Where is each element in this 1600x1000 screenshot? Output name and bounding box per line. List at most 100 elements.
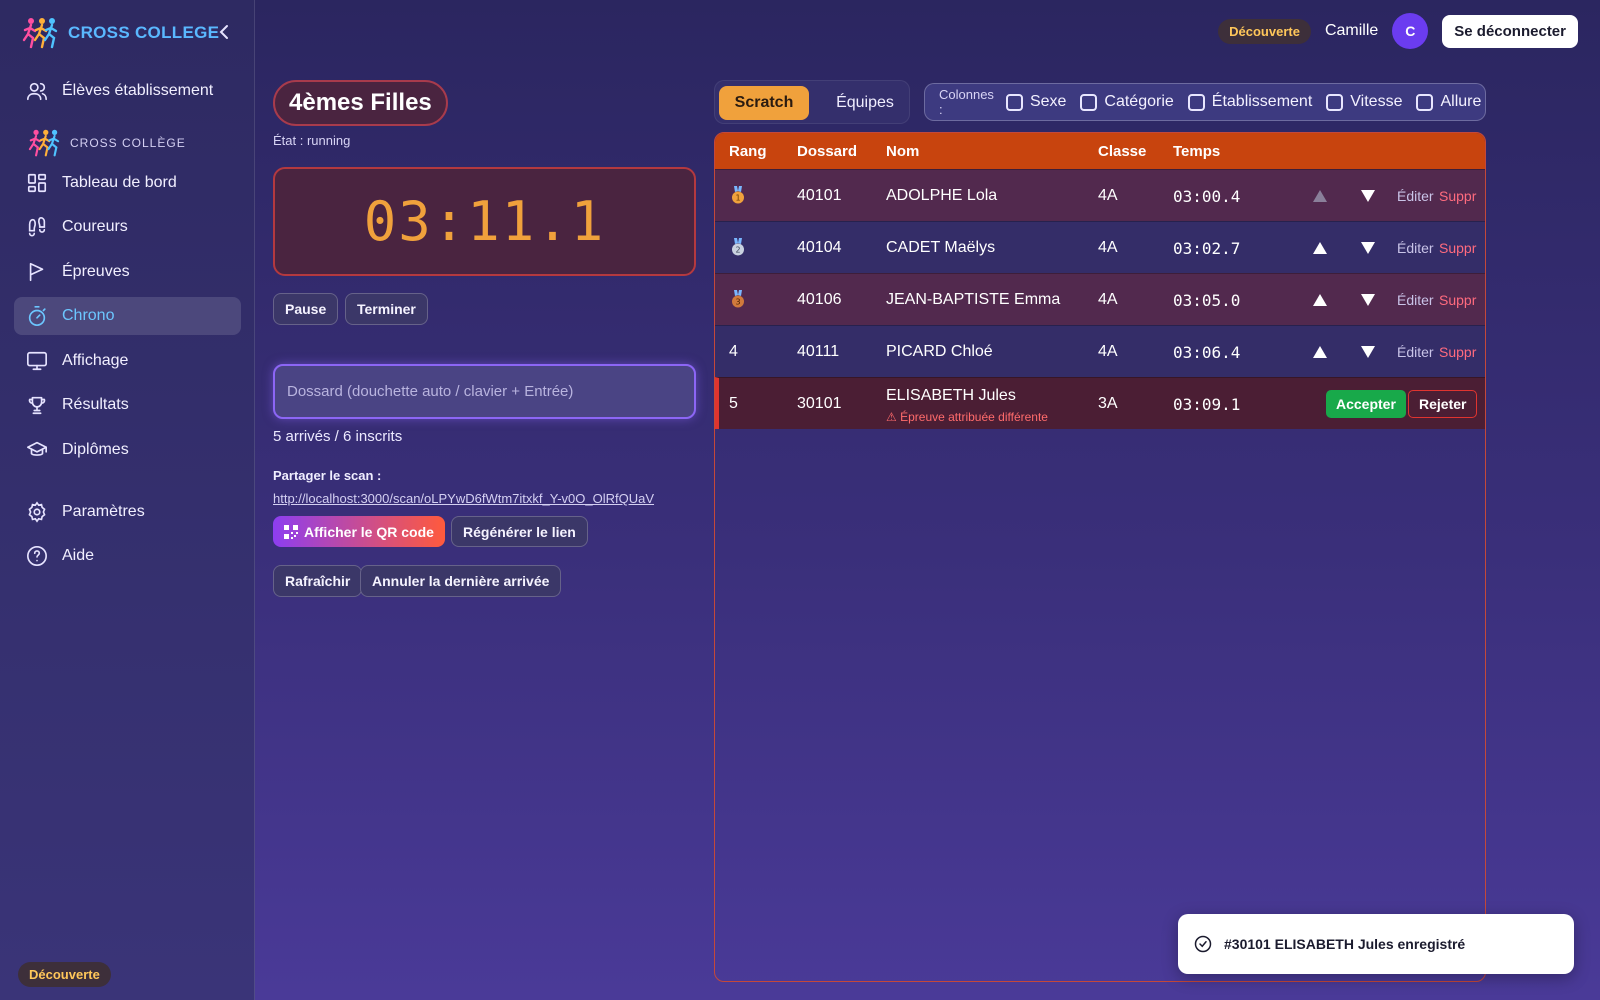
delete-link[interactable]: Suppr [1439,292,1476,308]
class-cell: 4A [1098,343,1118,360]
time-cell: 03:06.4 [1173,343,1241,362]
avatar[interactable]: C [1392,13,1429,49]
move-down-icon[interactable] [1360,189,1376,203]
name-cell: ELISABETH Jules [886,387,1016,404]
undo-last-arrival-button[interactable]: Annuler la dernière arrivée [360,565,562,597]
flag-icon [29,262,44,282]
svg-text:3: 3 [735,298,740,307]
tab-equipes[interactable]: Équipes [825,86,905,120]
rank-cell: 5 [729,395,738,412]
move-up-icon[interactable] [1312,293,1328,307]
header-rank[interactable]: Rang [729,143,767,160]
table-row[interactable]: 3 40106 JEAN-BAPTISTE Emma 4A 03:05.0 Éd… [715,273,1485,325]
qr-code-icon [284,524,298,539]
move-down-icon[interactable] [1360,241,1376,255]
header-class[interactable]: Classe [1098,143,1146,160]
sidebar-item-parametres[interactable]: Paramètres [14,493,241,531]
header-time[interactable]: Temps [1173,143,1220,160]
move-up-icon[interactable] [1312,189,1328,203]
section-label: CROSS COLLÈGE [70,136,186,150]
column-option-allure[interactable]: Allure [1416,93,1481,111]
pending-row[interactable]: 5 30101 ELISABETH Jules ⚠ Épreuve attrib… [715,377,1485,429]
accept-button[interactable]: Accepter [1326,390,1406,418]
bib-cell: 30101 [797,395,842,412]
results-table: Rang Dossard Nom Classe Temps 1 40101 AD… [714,132,1486,982]
bronze-medal-icon: 3 [732,290,744,308]
edit-link[interactable]: Éditer [1397,344,1434,360]
checkbox[interactable] [1416,93,1434,111]
column-option-etablissement[interactable]: Établissement [1187,93,1313,111]
delete-link[interactable]: Suppr [1439,344,1476,360]
sidebar-item-diplomes[interactable]: Diplômes [14,431,241,469]
column-option-label: Catégorie [1104,93,1174,110]
move-down-icon[interactable] [1360,293,1376,307]
sidebar-item-aide[interactable]: Aide [14,537,241,575]
finish-button[interactable]: Terminer [345,293,428,325]
move-down-icon[interactable] [1360,345,1376,359]
runners-logo-icon [22,18,58,49]
header-name[interactable]: Nom [886,143,919,160]
regenerate-link-button[interactable]: Régénérer le lien [451,516,588,547]
name-cell: JEAN-BAPTISTE Emma [886,291,1061,308]
delete-link[interactable]: Suppr [1439,240,1476,256]
checkbox[interactable] [1080,93,1098,111]
sidebar-item-resultats[interactable]: Résultats [14,386,241,424]
column-toggles: Colonnes : Sexe Catégorie Établissement … [924,83,1486,121]
show-qr-button[interactable]: Afficher le QR code [273,516,445,547]
column-option-vitesse[interactable]: Vitesse [1326,93,1402,111]
sidebar-item-affichage[interactable]: Affichage [14,342,241,380]
delete-link[interactable]: Suppr [1439,188,1476,204]
sidebar-item-label: Épreuves [62,263,130,280]
tab-scratch[interactable]: Scratch [719,86,809,120]
toast-message: #30101 ELISABETH Jules enregistré [1224,936,1466,952]
move-up-icon[interactable] [1312,241,1328,255]
time-cell: 03:09.1 [1173,395,1241,414]
dashboard-icon [27,173,47,193]
check-circle-icon [1194,935,1212,953]
view-tabs: Scratch Équipes [714,80,910,124]
bib-cell: 40104 [797,239,842,256]
class-cell: 4A [1098,239,1118,256]
sidebar-item-label: Affichage [62,352,129,369]
sidebar-item-tableau[interactable]: Tableau de bord [14,164,241,202]
pause-button[interactable]: Pause [273,293,339,325]
edit-link[interactable]: Éditer [1397,188,1434,204]
warning-text: ⚠ Épreuve attribuée différente [886,410,1048,424]
chevron-left-icon[interactable] [214,22,234,42]
topbar: Découverte Camille C Se déconnecter [1218,13,1578,49]
column-option-sexe[interactable]: Sexe [1005,93,1067,111]
edit-link[interactable]: Éditer [1397,240,1434,256]
name-cell: PICARD Chloé [886,343,993,360]
columns-label: Colonnes : [939,87,994,117]
table-row[interactable]: 2 40104 CADET Maëlys 4A 03:02.7 Éditer S… [715,221,1485,273]
column-option-categorie[interactable]: Catégorie [1080,93,1174,111]
share-link[interactable]: http://localhost:3000/scan/oLPYwD6fWtm7i… [273,491,654,506]
table-row[interactable]: 4 40111 PICARD Chloé 4A 03:06.4 Éditer S… [715,325,1485,377]
sidebar: CROSS COLLEGE Élèves établissement CROSS… [0,0,255,1000]
brand-name: CROSS COLLEGE [68,23,220,42]
svg-text:2: 2 [735,246,740,255]
header-bib[interactable]: Dossard [797,143,857,160]
sidebar-item-chrono[interactable]: Chrono [14,297,241,335]
move-up-icon[interactable] [1312,345,1328,359]
edit-link[interactable]: Éditer [1397,292,1434,308]
refresh-button[interactable]: Rafraîchir [273,565,363,597]
stopwatch-icon [28,306,46,326]
reject-button[interactable]: Rejeter [1408,390,1478,418]
bib-input[interactable] [273,364,696,419]
time-cell: 03:02.7 [1173,239,1241,258]
checkbox[interactable] [1005,93,1023,111]
column-option-label: Établissement [1211,93,1313,110]
table-header: Rang Dossard Nom Classe Temps [715,133,1485,169]
checkbox[interactable] [1326,93,1344,111]
brand[interactable]: CROSS COLLEGE [22,16,219,50]
column-option-label: Sexe [1029,93,1067,110]
sidebar-item-coureurs[interactable]: Coureurs [14,208,241,246]
table-row[interactable]: 1 40101 ADOLPHE Lola 4A 03:00.4 Éditer S… [715,169,1485,221]
sidebar-item-eleves[interactable]: Élèves établissement [14,72,241,110]
users-icon [27,82,47,101]
sidebar-item-epreuves[interactable]: Épreuves [14,253,241,291]
logout-button[interactable]: Se déconnecter [1442,14,1578,48]
silver-medal-icon: 2 [732,238,744,256]
checkbox[interactable] [1187,93,1205,111]
